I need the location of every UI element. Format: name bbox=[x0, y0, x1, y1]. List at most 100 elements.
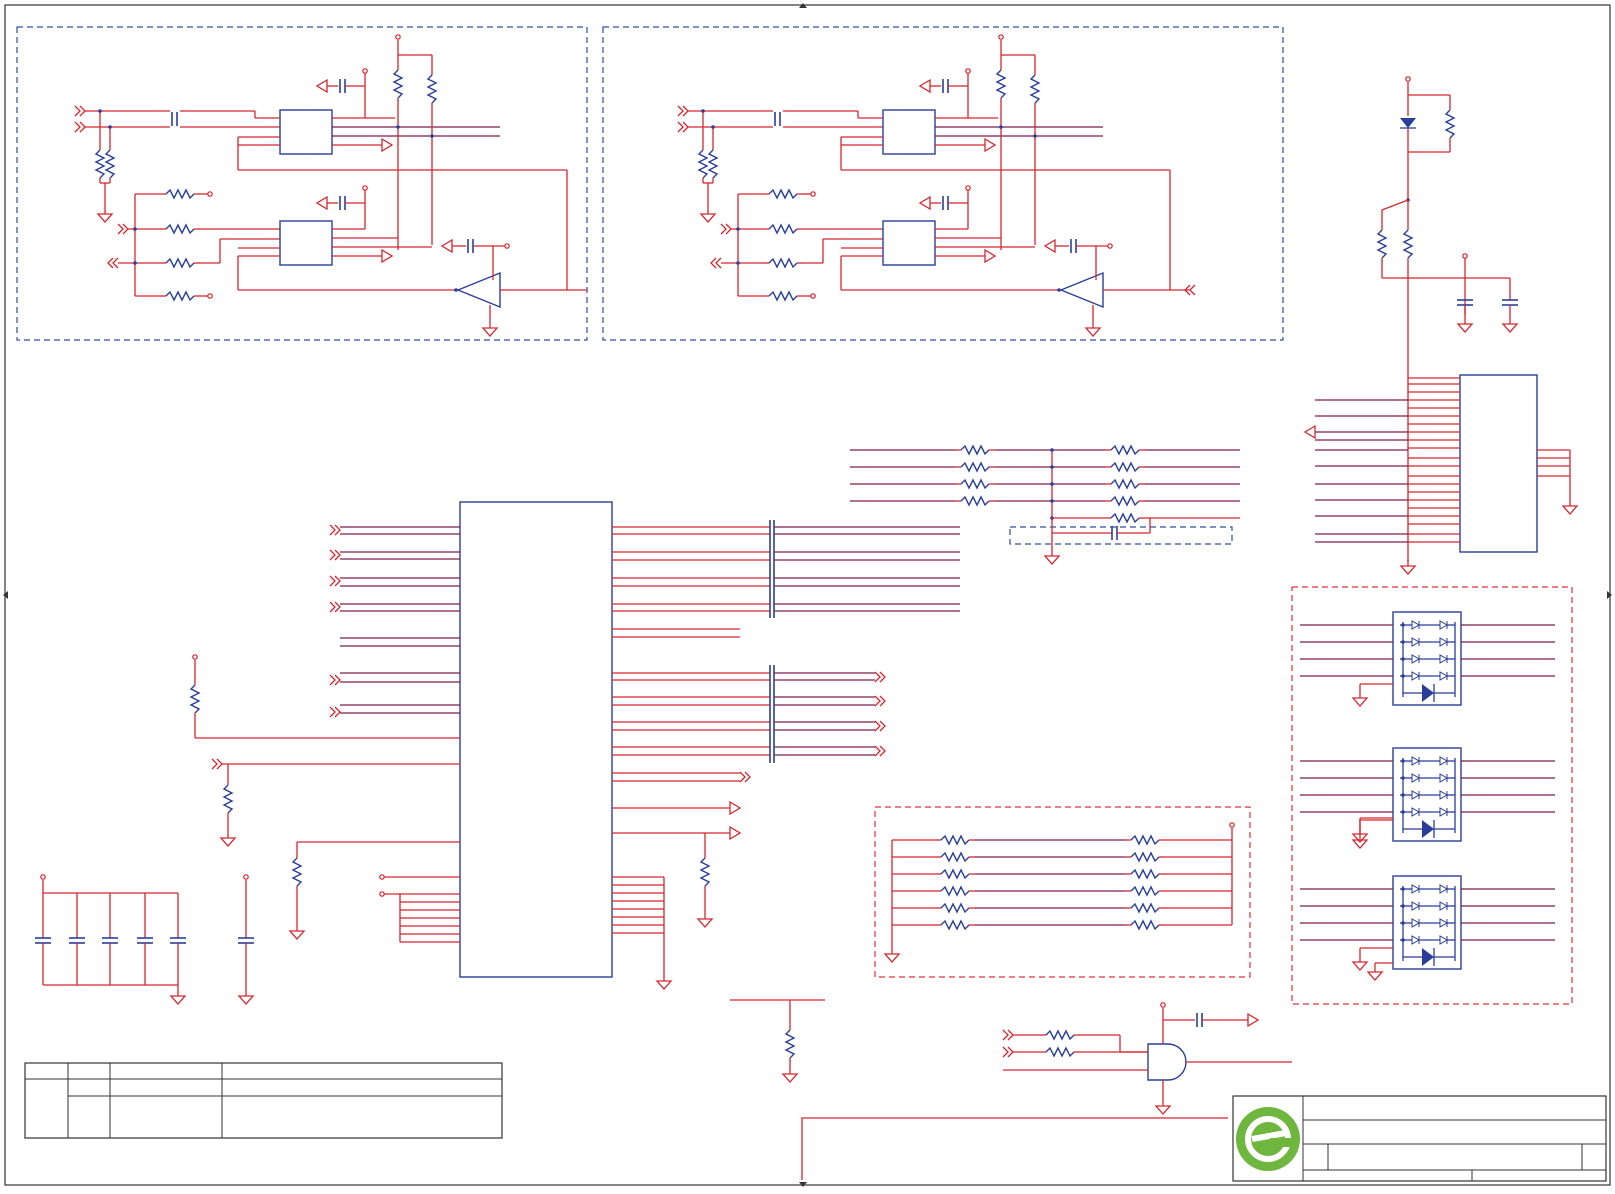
input-port-icon bbox=[329, 524, 341, 536]
output-port-icon bbox=[874, 671, 886, 683]
junction bbox=[1050, 499, 1054, 503]
ic-lower bbox=[279, 220, 333, 266]
ground-icon bbox=[1562, 499, 1578, 515]
power-pin bbox=[504, 243, 510, 249]
resistor bbox=[165, 224, 195, 234]
output-port-icon bbox=[739, 771, 751, 783]
ground-icon bbox=[1502, 317, 1518, 333]
ground-icon bbox=[238, 989, 254, 1005]
resistor bbox=[940, 852, 970, 862]
input-port-icon bbox=[720, 223, 732, 235]
buffer-amplifier bbox=[1059, 271, 1104, 309]
diode bbox=[1439, 773, 1448, 783]
input-port-icon bbox=[329, 706, 341, 718]
power-pin bbox=[395, 34, 401, 40]
junction bbox=[133, 261, 137, 265]
resistor bbox=[223, 784, 233, 814]
input-port-icon bbox=[211, 758, 223, 770]
resistor bbox=[785, 1029, 795, 1059]
diode bbox=[1411, 790, 1420, 800]
resistor bbox=[940, 835, 970, 845]
junction bbox=[454, 288, 458, 292]
wire bbox=[1381, 199, 1409, 211]
output-arrow-icon bbox=[381, 249, 393, 263]
power-pin bbox=[965, 185, 971, 191]
zener-diode bbox=[1422, 948, 1434, 966]
power-pin bbox=[362, 185, 368, 191]
resistor bbox=[105, 149, 115, 179]
junction bbox=[999, 125, 1003, 129]
ground-icon bbox=[1155, 1099, 1171, 1115]
ground-icon bbox=[656, 974, 672, 990]
capacitor bbox=[34, 937, 52, 944]
resistor bbox=[1130, 920, 1160, 930]
resistor bbox=[1045, 1030, 1075, 1040]
junction bbox=[711, 125, 715, 129]
output-arrow-icon bbox=[984, 138, 996, 152]
resistor bbox=[1110, 462, 1140, 472]
junction bbox=[1057, 288, 1061, 292]
input-port-icon bbox=[710, 257, 722, 269]
resistor bbox=[1130, 869, 1160, 879]
ground-ref-icon bbox=[919, 79, 931, 93]
power-pin bbox=[1160, 1002, 1166, 1008]
dashed-block-small bbox=[1009, 526, 1233, 545]
output-arrow-icon bbox=[984, 249, 996, 263]
diode bbox=[1411, 918, 1420, 928]
diode bbox=[1439, 935, 1448, 945]
zener-diode bbox=[1422, 820, 1434, 838]
input-port-icon bbox=[329, 549, 341, 561]
capacitor bbox=[237, 937, 255, 944]
ic-lower bbox=[882, 220, 936, 266]
power-pin bbox=[1462, 253, 1468, 259]
sheet-border bbox=[4, 4, 1611, 1186]
resistor bbox=[1445, 109, 1455, 139]
input-port-icon bbox=[329, 575, 341, 587]
diode bbox=[1439, 637, 1448, 647]
output-arrow-icon bbox=[1247, 1013, 1259, 1027]
power-pin bbox=[965, 68, 971, 74]
capacitor bbox=[171, 111, 178, 127]
capacitor bbox=[339, 78, 346, 94]
diode bbox=[1439, 884, 1448, 894]
connector-block bbox=[1459, 374, 1538, 553]
resistor bbox=[960, 445, 990, 455]
capacitor bbox=[1501, 299, 1519, 306]
buffer-amplifier bbox=[456, 271, 501, 309]
ground-ref-icon bbox=[919, 196, 931, 210]
resistor bbox=[1403, 229, 1413, 259]
power-pin bbox=[810, 191, 816, 197]
power-pin bbox=[1405, 76, 1411, 82]
diode bbox=[1439, 620, 1448, 630]
resistor bbox=[393, 69, 403, 99]
input-port-icon bbox=[677, 121, 689, 133]
diode bbox=[1411, 935, 1420, 945]
output-arrow-icon bbox=[1304, 425, 1316, 439]
capacitor bbox=[942, 195, 949, 211]
junction bbox=[396, 125, 400, 129]
input-port-icon bbox=[117, 223, 129, 235]
resistor bbox=[1130, 886, 1160, 896]
resistor bbox=[940, 920, 970, 930]
capacitor bbox=[942, 78, 949, 94]
zener-diode bbox=[1400, 118, 1416, 128]
diode bbox=[1439, 918, 1448, 928]
ground-icon bbox=[97, 207, 113, 223]
ground-icon bbox=[1400, 559, 1416, 575]
junction bbox=[133, 227, 137, 231]
junction bbox=[430, 134, 434, 138]
ground-ref-icon bbox=[316, 196, 328, 210]
diode bbox=[1439, 790, 1448, 800]
input-port-icon bbox=[329, 674, 341, 686]
output-port-icon bbox=[874, 720, 886, 732]
diode bbox=[1411, 620, 1420, 630]
junction bbox=[1050, 448, 1054, 452]
resistor bbox=[1130, 852, 1160, 862]
junction bbox=[1033, 134, 1037, 138]
resistor bbox=[700, 857, 710, 887]
revision-table bbox=[24, 1062, 503, 1139]
diode bbox=[1439, 807, 1448, 817]
capacitor bbox=[1111, 525, 1118, 541]
junction bbox=[701, 109, 705, 113]
resistor bbox=[768, 291, 798, 301]
